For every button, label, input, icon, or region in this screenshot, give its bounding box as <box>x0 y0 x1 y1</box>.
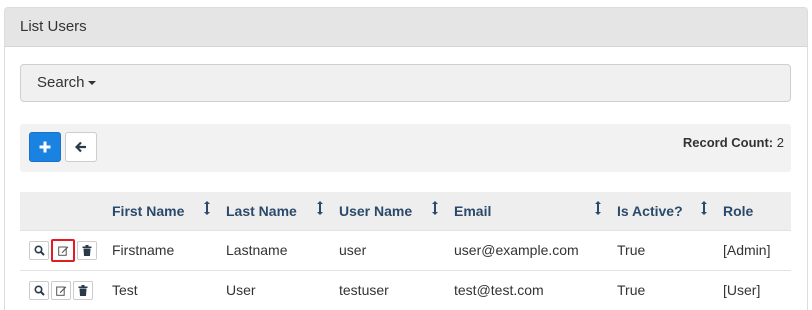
record-count-value: 2 <box>776 135 784 150</box>
edit-button[interactable] <box>51 280 71 300</box>
cell-user-name: testuser <box>339 269 454 310</box>
cell-user-name: user <box>339 229 454 270</box>
magnifier-icon <box>33 284 45 296</box>
cell-first-name: Test <box>112 269 226 310</box>
cell-last-name: Lastname <box>226 229 339 270</box>
plus-icon <box>39 141 51 153</box>
panel-title: List Users <box>5 8 807 47</box>
row-actions <box>20 229 112 270</box>
sort-icon[interactable] <box>701 201 707 215</box>
cell-is-active: True <box>617 229 723 270</box>
magnifier-icon <box>33 244 45 256</box>
sort-icon[interactable] <box>204 201 210 215</box>
caret-down-icon <box>87 81 96 86</box>
search-label: Search <box>37 74 85 91</box>
view-button[interactable] <box>29 280 49 300</box>
cell-email: test@test.com <box>454 269 617 310</box>
toolbar: Record Count: 2 <box>20 124 791 172</box>
row-actions <box>20 269 112 310</box>
add-user-button[interactable] <box>29 132 61 162</box>
record-count: Record Count: 2 <box>683 135 784 150</box>
column-header-role: Role <box>723 202 754 219</box>
arrow-left-icon <box>75 141 86 153</box>
actions-header <box>20 192 112 230</box>
cell-last-name: User <box>226 269 339 310</box>
column-header-first-name[interactable]: First Name <box>112 192 226 230</box>
column-header-is-active[interactable]: Is Active? <box>617 192 723 230</box>
sort-icon[interactable] <box>317 201 323 215</box>
column-header-last-name[interactable]: Last Name <box>226 192 339 230</box>
delete-button[interactable] <box>73 280 93 300</box>
column-header-user-name[interactable]: User Name <box>339 192 454 230</box>
edit-icon <box>55 286 66 296</box>
sort-icon[interactable] <box>595 201 601 215</box>
edit-button[interactable] <box>51 238 75 262</box>
table-row: Test User testuser test@test.com True [U… <box>20 269 791 310</box>
cell-is-active: True <box>617 269 723 310</box>
view-button[interactable] <box>29 240 49 260</box>
table-header-row: First Name Last Name User Name Email Is … <box>20 192 791 230</box>
cell-role: [User] <box>723 269 791 310</box>
trash-icon <box>78 284 88 296</box>
users-table: First Name Last Name User Name Email Is … <box>20 192 791 310</box>
back-button[interactable] <box>65 132 97 162</box>
column-header-email[interactable]: Email <box>454 192 617 230</box>
cell-role: [Admin] <box>723 229 791 270</box>
cell-first-name: Firstname <box>112 229 226 270</box>
cell-email: user@example.com <box>454 229 617 270</box>
sort-icon[interactable] <box>432 201 438 215</box>
edit-icon <box>57 246 68 256</box>
record-count-label: Record Count: <box>682 135 774 150</box>
list-users-panel: List Users Search Record Count: 2 First … <box>4 7 808 310</box>
search-toggle[interactable]: Search <box>20 64 791 102</box>
trash-icon <box>82 244 92 256</box>
table-row: Firstname Lastname user user@example.com… <box>20 229 791 270</box>
delete-button[interactable] <box>77 240 97 260</box>
